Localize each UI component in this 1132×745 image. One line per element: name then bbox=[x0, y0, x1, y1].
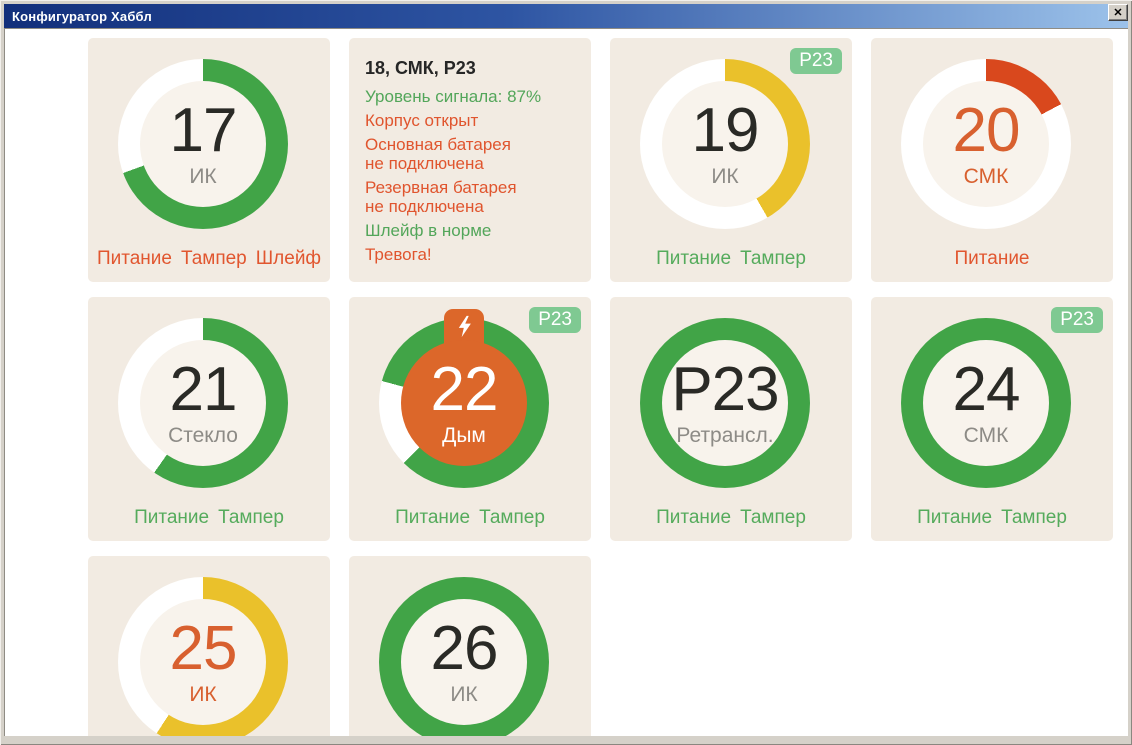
status-message: Шлейф в норме bbox=[365, 221, 575, 240]
status-word: Питание bbox=[395, 507, 470, 529]
sensor-number: 20 bbox=[953, 100, 1020, 162]
sensor-disc: Р23 Ретрансл. bbox=[662, 340, 788, 466]
status-word: Питание bbox=[656, 507, 731, 529]
status-message: Уровень сигнала: 87% bbox=[365, 87, 575, 106]
status-word: Тампер bbox=[479, 507, 545, 529]
sensor-disc: 20 СМК bbox=[923, 81, 1049, 207]
sensor-type-label: ИК bbox=[711, 165, 738, 188]
status-message: Резервная батарея не подключена bbox=[365, 178, 575, 216]
sensor-number: 24 bbox=[953, 359, 1020, 421]
close-button[interactable]: ✕ bbox=[1108, 4, 1128, 21]
sensor-number: 17 bbox=[170, 100, 237, 162]
sensor-card[interactable]: 22 Дым Р23 Питание Тампер bbox=[349, 297, 591, 541]
client-area: 17 ИК Питание Тампер Шлейф 18, СМК, Р23 Ур… bbox=[4, 28, 1128, 736]
sensor-type-label: СМК bbox=[964, 424, 1009, 447]
sensor-card[interactable]: 26 ИК bbox=[349, 556, 591, 736]
status-word: Питание bbox=[917, 507, 992, 529]
status-message: Корпус открыт bbox=[365, 111, 575, 130]
status-word: Питание bbox=[134, 507, 209, 529]
sensor-card[interactable]: 17 ИК Питание Тампер Шлейф bbox=[88, 38, 330, 282]
sensor-disc: 26 ИК bbox=[401, 599, 527, 725]
status-line: Питание Тампер bbox=[610, 248, 852, 270]
status-word: Питание bbox=[97, 248, 172, 270]
sensor-disc: 17 ИК bbox=[140, 81, 266, 207]
card-grid: 17 ИК Питание Тампер Шлейф 18, СМК, Р23 Ур… bbox=[88, 38, 1113, 736]
sensor-number: Р23 bbox=[671, 359, 778, 421]
repeater-badge: Р23 bbox=[529, 307, 581, 333]
detail-title: 18, СМК, Р23 bbox=[365, 58, 575, 79]
sensor-type-label: Стекло bbox=[168, 424, 238, 447]
sensor-disc: 21 Стекло bbox=[140, 340, 266, 466]
status-word: Тампер bbox=[1001, 507, 1067, 529]
status-message: Тревога! bbox=[365, 245, 575, 264]
detail-messages: Уровень сигнала: 87% Корпус открыт Основна… bbox=[365, 87, 575, 264]
sensor-number: 22 bbox=[431, 359, 498, 421]
sensor-card[interactable]: 21 Стекло Питание Тампер bbox=[88, 297, 330, 541]
status-line: Питание Тампер bbox=[88, 507, 330, 529]
status-word: Тампер bbox=[218, 507, 284, 529]
status-line: Питание Тампер bbox=[871, 507, 1113, 529]
title-bar[interactable]: Конфигуратор Хаббл bbox=[4, 4, 1128, 28]
sensor-type-label: Дым bbox=[442, 424, 486, 447]
status-message: Основная батарея не подключена bbox=[365, 135, 575, 173]
status-word: Тампер bbox=[181, 248, 247, 270]
status-word: Питание bbox=[955, 248, 1030, 270]
sensor-disc: 25 ИК bbox=[140, 599, 266, 725]
window-title: Конфигуратор Хаббл bbox=[12, 9, 152, 24]
sensor-disc: 19 ИК bbox=[662, 81, 788, 207]
sensor-detail-card[interactable]: 18, СМК, Р23 Уровень сигнала: 87% Корпус … bbox=[349, 38, 591, 282]
sensor-disc: 22 Дым bbox=[401, 340, 527, 466]
sensor-type-label: ИК bbox=[450, 683, 477, 706]
sensor-number: 26 bbox=[431, 618, 498, 680]
sensor-number: 25 bbox=[170, 618, 237, 680]
close-icon: ✕ bbox=[1113, 6, 1122, 19]
sensor-card[interactable]: 25 ИК bbox=[88, 556, 330, 736]
sensor-type-label: ИК bbox=[189, 683, 216, 706]
sensor-disc: 24 СМК bbox=[923, 340, 1049, 466]
status-word: Питание bbox=[656, 248, 731, 270]
sensor-number: 21 bbox=[170, 359, 237, 421]
status-line: Питание Тампер bbox=[349, 507, 591, 529]
status-line: Питание Тампер Шлейф bbox=[88, 248, 330, 270]
sensor-card[interactable]: 24 СМК Р23 Питание Тампер bbox=[871, 297, 1113, 541]
status-line: Питание bbox=[871, 248, 1113, 270]
status-word: Тампер bbox=[740, 507, 806, 529]
sensor-type-label: ИК bbox=[189, 165, 216, 188]
sensor-card[interactable]: 20 СМК Питание bbox=[871, 38, 1113, 282]
sensor-card[interactable]: Р23 Ретрансл. Питание Тампер bbox=[610, 297, 852, 541]
sensor-number: 19 bbox=[692, 100, 759, 162]
app-window: Конфигуратор Хаббл ✕ 17 ИК Питание Тампер… bbox=[0, 0, 1132, 745]
status-line: Питание Тампер bbox=[610, 507, 852, 529]
sensor-card[interactable]: 19 ИК Р23 Питание Тампер bbox=[610, 38, 852, 282]
status-word: Шлейф bbox=[256, 248, 321, 270]
sensor-type-label: Ретрансл. bbox=[676, 424, 773, 447]
repeater-badge: Р23 bbox=[1051, 307, 1103, 333]
sensor-type-label: СМК bbox=[964, 165, 1009, 188]
status-word: Тампер bbox=[740, 248, 806, 270]
lightning-icon bbox=[456, 315, 473, 338]
repeater-badge: Р23 bbox=[790, 48, 842, 74]
